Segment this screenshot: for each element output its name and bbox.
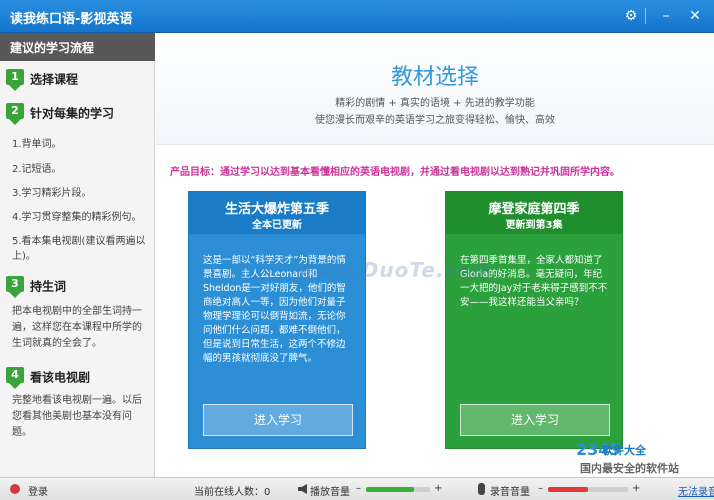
step-4-description: 完整地看该电视剧一遍。以后您看其他美剧也基本没有问题。 [12, 395, 142, 438]
minimize-button[interactable]: – [655, 6, 677, 26]
substep-1: 1.背单词。 [12, 139, 62, 150]
step-4-title: 看该电视剧 [30, 370, 91, 385]
speaker-icon [298, 484, 307, 494]
card-title: 摩登家庭第四季 [488, 202, 580, 217]
learning-flow-sidebar: 建议的学习流程 1 选择课程 2 针对每集的学习 1.背单词。 2.记短语。 3.学… [0, 33, 155, 477]
status-bar: 登录 当前在线人数：0 播放音量 – + 录音音量 – + 无法录音? [0, 477, 714, 500]
card-header: 摩登家庭第四季 更新到第3集 [446, 192, 622, 234]
step-1-arrow-icon: 1 [6, 69, 24, 91]
record-volume-slider[interactable] [548, 487, 628, 492]
enter-study-button[interactable]: 进入学习 [203, 404, 353, 436]
close-button[interactable]: ✕ [684, 6, 706, 26]
cant-record-help-link[interactable]: 无法录音? [678, 483, 714, 498]
step-4: 4 看该电视剧 [6, 367, 90, 389]
step-1: 1 选择课程 [6, 69, 78, 91]
play-volume-decrease-button[interactable]: – [356, 483, 361, 494]
textbook-selection-panel: 教材选择 精彩的剧情 + 真实的语境 + 先进的教学功能 使您漫长而艰辛的英语学… [156, 33, 714, 477]
logo-tagline: 国内最安全的软件站 [580, 462, 679, 475]
course-card-modern-family[interactable]: 摩登家庭第四季 更新到第3集 在第四季首集里，全家人都知道了Gloria的好消息… [445, 191, 623, 449]
step-2-arrow-icon: 2 [6, 103, 24, 125]
enter-study-button[interactable]: 进入学习 [460, 404, 610, 436]
step-4-arrow-icon: 4 [6, 367, 24, 389]
substep-3: 3.学习精彩片段。 [12, 188, 92, 199]
banner-slogan-1: 精彩的剧情 + 真实的语境 + 先进的教学功能 [335, 98, 535, 109]
play-volume-slider[interactable] [366, 487, 430, 492]
banner: 教材选择 精彩的剧情 + 真实的语境 + 先进的教学功能 使您漫长而艰辛的英语学… [156, 33, 714, 145]
record-volume-label: 录音音量 [490, 487, 530, 498]
window-title: 读我练口语-影视英语 [10, 12, 133, 27]
login-status-icon [10, 484, 20, 494]
step-2-title: 针对每集的学习 [30, 106, 115, 121]
card-subtitle: 更新到第3集 [505, 220, 563, 231]
card-header: 生活大爆炸第五季 全本已更新 [189, 192, 365, 234]
microphone-icon [478, 483, 485, 495]
step-3-description: 把本电视剧中的全部生词持一遍，这样您在本课程中所学的生词就真的全会了。 [12, 306, 142, 349]
titlebar-divider [645, 8, 646, 24]
record-volume-decrease-button[interactable]: – [538, 483, 543, 494]
settings-gear-icon[interactable]: ⚙ [620, 6, 642, 26]
substep-2: 2.记短语。 [12, 164, 62, 175]
banner-slogan-2: 使您漫长而艰辛的英语学习之旅变得轻松、愉快、高效 [315, 115, 555, 126]
title-bar: 读我练口语-影视英语 ⚙ – ✕ [0, 0, 714, 33]
step-3-title: 持生词 [30, 279, 67, 294]
record-volume-increase-button[interactable]: + [632, 483, 640, 494]
step-3: 3 持生词 [6, 276, 66, 298]
substep-4: 4.学习贯穿整集的精彩例句。 [12, 212, 142, 223]
card-subtitle: 全本已更新 [252, 220, 302, 231]
step-3-arrow-icon: 3 [6, 276, 24, 298]
step-1-title: 选择课程 [30, 72, 79, 87]
login-link[interactable]: 登录 [28, 483, 48, 498]
play-volume-label: 播放音量 [310, 487, 350, 498]
logo-title: 软件大全 [602, 444, 646, 457]
substep-5: 5.看本集电视剧(建议看两遍以上)。 [12, 236, 146, 262]
course-card-big-bang-theory[interactable]: 生活大爆炸第五季 全本已更新 这是一部以“科学天才”为背景的情景喜剧。主人公Le… [188, 191, 366, 449]
site-logo: 2345 软件大全 国内最安全的软件站 [576, 438, 714, 478]
play-volume-increase-button[interactable]: + [434, 483, 442, 494]
banner-title: 教材选择 [390, 65, 479, 90]
sidebar-header: 建议的学习流程 [0, 33, 155, 61]
step-2: 2 针对每集的学习 [6, 103, 114, 125]
online-count: 当前在线人数：0 [194, 487, 271, 498]
watermark: www.DuoTe.com [296, 258, 494, 282]
product-goal: 产品目标：通过学习以达到基本看懂相应的英语电视剧，并通过看电视剧以达到熟记并巩固… [170, 167, 620, 178]
card-title: 生活大爆炸第五季 [224, 202, 329, 217]
